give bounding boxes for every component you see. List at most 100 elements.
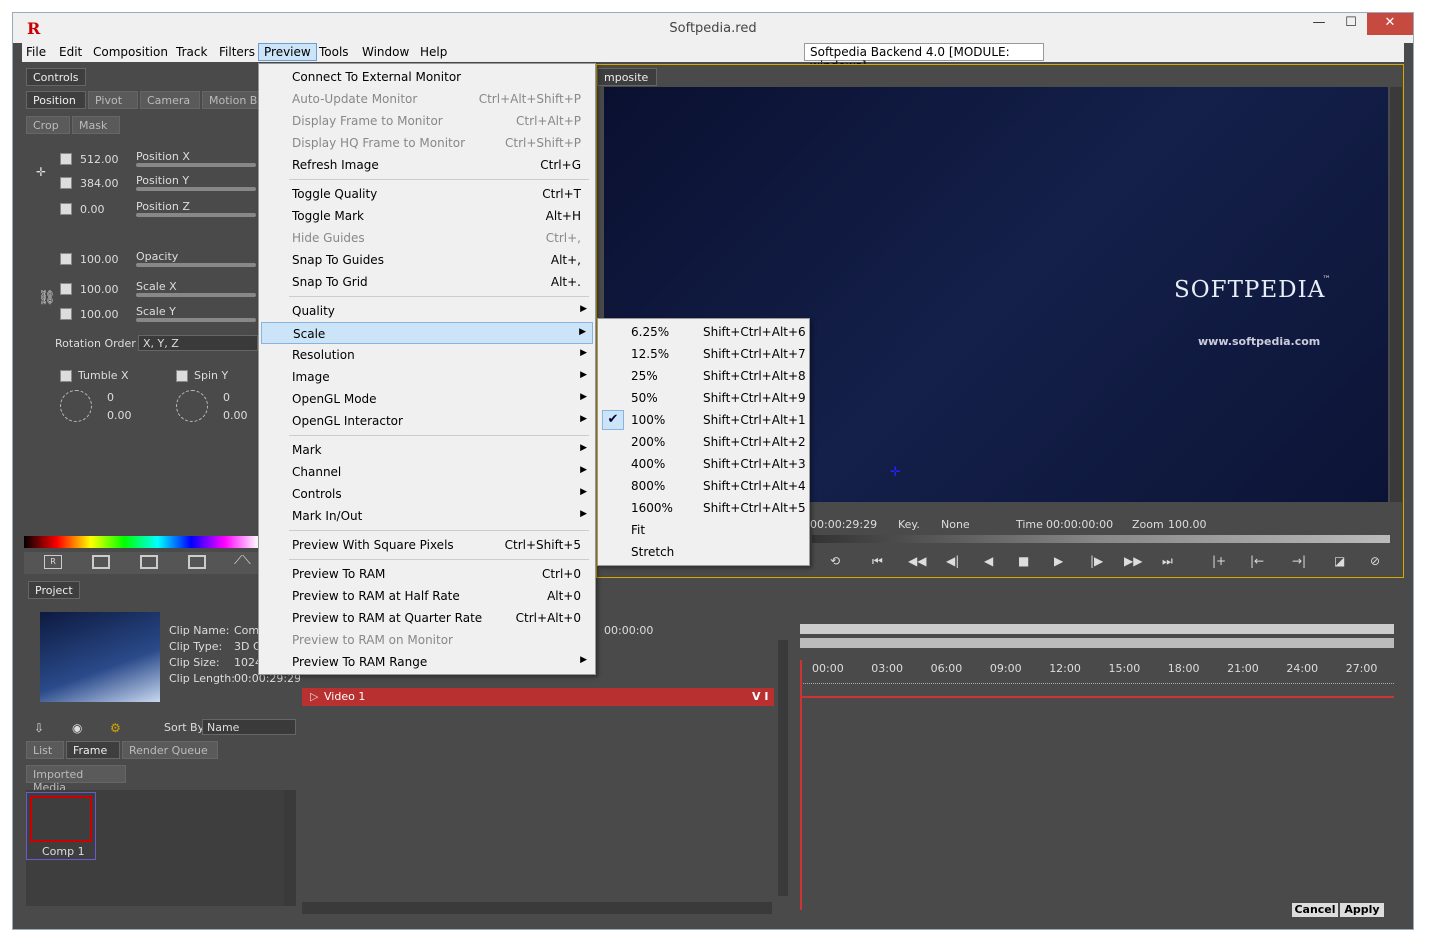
opacity-value[interactable]: 100.00 [80,253,119,266]
preview-menu-item[interactable]: Connect To External Monitor [261,66,593,88]
preview-menu-item[interactable]: OpenGL Interactor ▶ [261,410,593,432]
menu-track[interactable]: Track [176,45,207,59]
position-y-slider[interactable] [136,187,256,191]
preview-menu-item[interactable]: Scale ▶ [261,322,593,344]
scale-menu-item[interactable]: 12.5% Shift+Ctrl+Alt+7 [600,343,807,365]
close-button[interactable]: ✕ [1367,13,1413,35]
go-end-icon[interactable]: ⏭ [1162,554,1173,569]
safe-area-icon[interactable] [140,555,158,569]
loop-icon[interactable]: ⟲ [830,554,840,568]
position-y-value[interactable]: 384.00 [80,177,119,190]
preview-menu-item[interactable]: Toggle Quality Ctrl+T [261,183,593,205]
clip-thumbnail[interactable] [40,612,160,702]
tumble-x-checkbox[interactable] [60,370,72,382]
timeline-range-bar[interactable] [800,624,1394,634]
scale-x-value[interactable]: 100.00 [80,283,119,296]
step-back-icon[interactable]: ◀| [946,554,959,568]
preview-menu-item[interactable]: Resolution ▶ [261,344,593,366]
preview-menu-item[interactable]: Preview to RAM at Quarter Rate Ctrl+Alt+0 [261,607,593,629]
frame-icon[interactable] [92,555,110,569]
preview-menu-item[interactable]: Mark In/Out ▶ [261,505,593,527]
preview-menu-item[interactable]: Preview To RAM Range ▶ [261,651,593,673]
preview-menu-item[interactable]: Snap To Grid Alt+. [261,271,593,293]
preview-menu-item[interactable]: Preview To RAM Ctrl+0 [261,563,593,585]
menu-file[interactable]: File [26,45,46,59]
menu-window[interactable]: Window [362,45,409,59]
spin-dial-icon[interactable] [176,390,208,422]
expand-icon[interactable]: ▷ [310,690,318,703]
preview-menu-item[interactable]: Channel ▶ [261,461,593,483]
comp-thumb[interactable]: Comp 1 [26,792,96,860]
menu-help[interactable]: Help [420,45,447,59]
mark-out-icon[interactable]: →| [1292,554,1306,568]
mark-in-icon[interactable]: |← [1250,554,1264,568]
tab-mask[interactable]: Mask [72,116,120,134]
tab-imported-media[interactable]: Imported Media [26,765,126,794]
sort-icon[interactable]: ⚙ [110,721,121,735]
scale-menu-item[interactable]: 800% Shift+Ctrl+Alt+4 [600,475,807,497]
scale-menu-item[interactable]: Stretch [600,541,807,563]
timeline-scrollbar[interactable] [778,640,788,896]
scale-menu-item[interactable]: Fit [600,519,807,541]
position-x-value[interactable]: 512.00 [80,153,119,166]
scale-y-checkbox[interactable] [60,308,72,320]
menu-filters[interactable]: Filters [219,45,255,59]
media-scrollbar[interactable] [284,790,296,906]
tab-position[interactable]: Position [26,91,86,109]
tumble-dial-icon[interactable] [60,390,92,422]
sort-by-select[interactable]: Name [202,719,296,735]
scale-menu-item[interactable]: 200% Shift+Ctrl+Alt+2 [600,431,807,453]
color-gradient-bar[interactable] [24,536,258,548]
preview-menu-item[interactable]: Image ▶ [261,366,593,388]
scale-menu-item[interactable]: ✔ 100% Shift+Ctrl+Alt+1 [600,409,807,431]
apply-button[interactable]: Apply [1340,903,1384,917]
track-keyframe-line[interactable] [800,696,1394,698]
position-z-checkbox[interactable] [60,203,72,215]
preview-menu-item[interactable]: OpenGL Mode ▶ [261,388,593,410]
menu-edit[interactable]: Edit [59,45,82,59]
cancel-button[interactable]: Cancel [1292,903,1338,917]
toggle-icon[interactable]: ◪ [1334,554,1345,568]
step-forward-icon[interactable]: |▶ [1090,554,1103,568]
tab-frame[interactable]: Frame [66,741,120,759]
tab-crop[interactable]: Crop [26,116,70,134]
preview-menu-item[interactable]: Refresh Image Ctrl+G [261,154,593,176]
minimize-button[interactable]: — [1303,13,1335,35]
viewer-scrollbar[interactable] [1390,87,1402,502]
disable-icon[interactable]: ⊘ [1370,554,1380,568]
preview-menu-item[interactable]: Mark ▶ [261,439,593,461]
render-icon[interactable]: R [44,555,62,569]
timeline-range-bar-2[interactable] [800,638,1394,648]
scale-menu-item[interactable]: 50% Shift+Ctrl+Alt+9 [600,387,807,409]
stop-icon[interactable]: ■ [1018,554,1029,568]
anchor-icon[interactable]: ✛ [890,465,901,480]
add-key-icon[interactable]: |+ [1212,554,1226,568]
timeline-h-scrollbar[interactable] [302,902,772,914]
opacity-slider[interactable] [136,263,256,267]
prev-key-icon[interactable]: ◀◀ [908,554,926,568]
preview-menu-item[interactable]: Preview to RAM at Half Rate Alt+0 [261,585,593,607]
perspective-icon[interactable]: ⟋⟍ [234,553,251,568]
position-z-value[interactable]: 0.00 [80,203,105,216]
maximize-button[interactable]: ☐ [1335,13,1367,35]
spin-y-checkbox[interactable] [176,370,188,382]
go-start-icon[interactable]: ⏮ [872,554,883,569]
opacity-checkbox[interactable] [60,253,72,265]
video-track-header[interactable]: ▷ Video 1 V I [302,688,774,706]
import-icon[interactable]: ⇩ [34,721,44,735]
tab-camera[interactable]: Camera [140,91,200,109]
tab-pivot[interactable]: Pivot [88,91,138,109]
tab-motion-blur[interactable]: Motion Bl [202,91,260,109]
eye-icon[interactable]: ◉ [72,721,82,735]
next-key-icon[interactable]: ▶▶ [1124,554,1142,568]
tab-list[interactable]: List [26,741,64,759]
menu-tools[interactable]: Tools [319,45,349,59]
scale-menu-item[interactable]: 25% Shift+Ctrl+Alt+8 [600,365,807,387]
timeline-ruler[interactable]: 00:00 03:00 06:00 09:00 12:00 15:00 18:00 21:00… [800,654,1394,684]
link-icon[interactable]: ⛓ [38,290,56,306]
tab-controls[interactable]: Controls [26,68,86,86]
preview-menu-item[interactable]: Snap To Guides Alt+, [261,249,593,271]
preview-menu-item[interactable]: Quality ▶ [261,300,593,322]
playhead[interactable] [800,660,802,910]
position-x-slider[interactable] [136,163,256,167]
